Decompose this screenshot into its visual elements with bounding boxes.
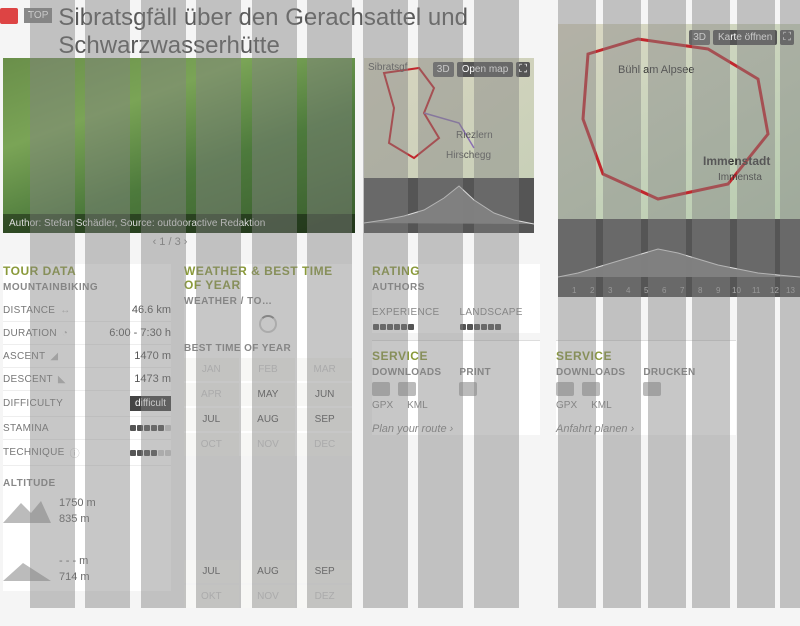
map-place-label: Bühl am Alpsee	[618, 64, 694, 76]
technique-dots	[129, 447, 171, 459]
ascent-icon: ◢	[50, 351, 64, 361]
best-time-title: BEST TIME OF YEAR	[184, 343, 352, 354]
map-place-label: Immenstadt	[703, 154, 770, 168]
weather-title: WEATHER & BEST TIME OF YEAR	[184, 264, 352, 292]
elevation-chart[interactable]	[364, 178, 534, 233]
open-map-button[interactable]: Karte öffnen	[713, 30, 777, 45]
elevation-chart-large[interactable]: 12345678910111213	[558, 219, 800, 297]
mountain-icon	[3, 557, 51, 581]
svg-text:8: 8	[698, 286, 703, 295]
descent-value: 1473 m	[134, 373, 171, 385]
print-button[interactable]	[459, 382, 477, 396]
gpx-download-button[interactable]	[556, 382, 574, 396]
descent-icon: ◣	[58, 374, 72, 384]
svg-text:7: 7	[680, 286, 685, 295]
map-3d-button[interactable]: 3D	[433, 62, 454, 77]
svg-text:13: 13	[786, 286, 795, 295]
clock-icon: ◔	[62, 328, 76, 338]
loading-spinner	[259, 315, 277, 333]
svg-text:9: 9	[716, 286, 721, 295]
top-badge: TOP	[24, 8, 52, 23]
service-panel-de: SERVICE DOWNLOADS GPXKML DRUCKEN Anfahrt…	[556, 340, 736, 435]
svg-text:10: 10	[732, 286, 741, 295]
map-3d-button[interactable]: 3D	[689, 30, 710, 45]
map-place-label: Sibratsgf	[368, 62, 407, 73]
plan-route-link[interactable]: Plan your route ›	[372, 423, 540, 435]
rating-panel: RATING AUTHORS EXPERIENCE LANDSCAPE	[372, 264, 540, 333]
map-place-label: Immensta	[718, 172, 762, 183]
gpx-download-button[interactable]	[372, 382, 390, 396]
map-large[interactable]: Bühl am Alpsee Immenstadt Immensta 3D Ka…	[558, 24, 800, 219]
info-icon[interactable]: ⓘ	[70, 445, 80, 460]
kml-download-button[interactable]	[582, 382, 600, 396]
service-panel: SERVICE DOWNLOADS GPXKML PRINT Plan your…	[372, 340, 540, 435]
month-grid-lower: JULAUGSEPOKTNOVDEZ	[184, 560, 352, 608]
svg-text:6: 6	[662, 286, 667, 295]
plan-route-link[interactable]: Anfahrt planen ›	[556, 423, 736, 435]
brand-logo	[0, 8, 18, 24]
open-map-button[interactable]: Open map	[457, 62, 514, 77]
kml-download-button[interactable]	[398, 382, 416, 396]
map-place-label: Riezlern	[456, 130, 493, 141]
hero-image[interactable]: Author: Stefan Schädler, Source: outdoor…	[3, 58, 355, 233]
print-button[interactable]	[643, 382, 661, 396]
mountain-icon	[3, 499, 51, 523]
svg-text:2: 2	[590, 286, 595, 295]
svg-text:1: 1	[572, 286, 577, 295]
svg-text:5: 5	[644, 286, 649, 295]
duration-value: 6:00 - 7:30 h	[109, 327, 171, 339]
difficulty-badge: difficult	[130, 396, 171, 411]
distance-value: 46.6 km	[132, 304, 171, 316]
stamina-dots	[129, 422, 171, 434]
svg-text:11: 11	[752, 286, 761, 295]
landscape-dots	[459, 321, 501, 333]
map-place-label: Hirschegg	[446, 150, 491, 161]
weather-panel: WEATHER & BEST TIME OF YEAR WEATHER / TO…	[184, 264, 352, 456]
fullscreen-button[interactable]: ⛶	[516, 62, 530, 77]
tourdata-category: MOUNTAINBIKING	[3, 282, 171, 293]
svg-text:4: 4	[626, 286, 631, 295]
map-preview[interactable]: Sibratsgf Riezlern Hirschegg 3D Open map…	[364, 58, 534, 178]
fullscreen-button[interactable]: ⛶	[780, 30, 794, 45]
page-title: Sibratsgfäll über den Gerachsattel und S…	[58, 4, 498, 59]
tourdata-panel: TOUR DATA MOUNTAINBIKING DISTANCE↔46.6 k…	[3, 264, 171, 591]
ascent-value: 1470 m	[134, 350, 171, 362]
experience-dots	[372, 321, 414, 333]
tourdata-title: TOUR DATA	[3, 264, 171, 278]
svg-text:3: 3	[608, 286, 613, 295]
month-grid: JANFEBMARAPRMAYJUNJULAUGSEPOCTNOVDEC	[184, 358, 352, 456]
distance-icon: ↔	[60, 305, 74, 315]
svg-text:12: 12	[770, 286, 779, 295]
hero-caption: Author: Stefan Schädler, Source: outdoor…	[3, 214, 355, 233]
